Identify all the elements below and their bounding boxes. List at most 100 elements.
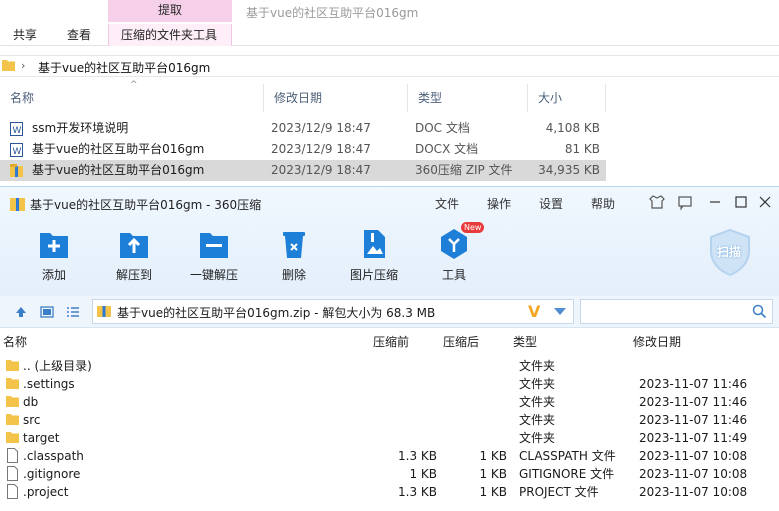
menu-operation[interactable]: 操作 [487,195,511,212]
toolbar-label: 解压到 [115,268,152,282]
file-icon [7,484,18,499]
toolbar-label: 图片压缩 [349,268,398,282]
menu-settings[interactable]: 设置 [539,195,563,212]
zip-column-headers: 名称 压缩前 压缩后 类型 修改日期 [0,332,779,352]
entry-type: 文件夹 [519,431,556,445]
archive-row[interactable]: .gitignore 1 KB 1 KB GITIGNORE 文件 2023-1… [0,465,779,483]
feedback-icon[interactable] [675,192,695,212]
toolbar-extract-to-button[interactable]: 解压到 [99,227,169,283]
file-explorer-window: 提取 基于vue的社区互助平台016gm 共享 查看 压缩的文件夹工具 › 基于… [0,0,779,190]
entry-size-after: 1 KB [479,485,507,499]
entry-modified: 2023-11-07 10:08 [639,485,748,499]
archive-row[interactable]: .settings 文件夹 2023-11-07 11:46 [0,375,779,393]
entry-size-after: 1 KB [479,467,507,481]
column-header-type[interactable]: 类型 [408,84,528,112]
toolbar-delete-button[interactable]: 删除 [259,227,329,283]
zip-window-title: 基于vue的社区互助平台016gm - 360压缩 [30,198,262,212]
archive-row[interactable]: .. (上级目录) 文件夹 [0,357,779,375]
list-view-icon[interactable] [66,305,80,319]
ribbon-tabs: 提取 基于vue的社区互助平台016gm 共享 查看 压缩的文件夹工具 [0,0,779,46]
entry-modified: 2023-11-07 10:08 [639,449,748,463]
up-arrow-icon[interactable] [14,305,28,319]
column-header-name[interactable]: 名称 [3,332,27,352]
tab-compressed-folder-tools[interactable]: 压缩的文件夹工具 [108,24,232,46]
entry-modified: 2023-11-07 11:49 [639,431,748,445]
details-view-icon[interactable] [40,305,54,319]
archive-row[interactable]: .project 1.3 KB 1 KB PROJECT 文件 2023-11-… [0,483,779,501]
scan-button[interactable]: 扫描 [705,227,755,277]
entry-size-after: 1 KB [479,449,507,463]
archive-row[interactable]: target 文件夹 2023-11-07 11:49 [0,429,779,447]
search-icon[interactable] [752,304,767,319]
file-modified: 2023/12/9 18:47 [271,142,371,156]
explorer-window-title: 基于vue的社区互助平台016gm [246,6,419,20]
column-header-modified[interactable]: 修改日期 [633,332,681,352]
toolbar-label: 添加 [41,268,66,282]
file-row[interactable]: W 基于vue的社区互助平台016gm 2023/12/9 18:47 DOCX… [0,139,606,160]
archive-path-box[interactable]: 基于vue的社区互助平台016gm.zip - 解包大小为 68.3 MB V [92,299,574,324]
tab-extract-context[interactable]: 提取 [108,0,232,22]
file-type: DOC 文档 [415,121,470,135]
svg-text:W: W [13,126,22,136]
maximize-icon[interactable] [731,192,751,212]
column-header-before[interactable]: 压缩前 [373,332,409,352]
entry-type: CLASSPATH 文件 [519,449,616,463]
file-type: 360压缩 ZIP 文件 [415,163,513,177]
archive-row[interactable]: src 文件夹 2023-11-07 11:46 [0,411,779,429]
search-input[interactable] [580,299,773,324]
minimize-icon[interactable] [705,192,725,212]
entry-type: PROJECT 文件 [519,485,599,499]
skin-shirt-icon[interactable] [647,192,667,212]
new-badge: New [461,222,485,233]
folder-icon [6,414,19,425]
dropdown-arrow-icon[interactable] [554,308,566,315]
column-header-modified[interactable]: 修改日期 [264,84,408,112]
toolbar-label: 删除 [281,268,306,282]
close-icon[interactable] [755,192,775,212]
menu-file[interactable]: 文件 [435,195,459,212]
file-row[interactable]: W ssm开发环境说明 2023/12/9 18:47 DOC 文档 4,108… [0,118,606,139]
entry-name: .gitignore [23,467,81,481]
file-name: 基于vue的社区互助平台016gm [32,163,205,177]
file-size: 4,108 KB [545,121,600,135]
file-icon [7,466,18,481]
toolbar-one-click-extract-button[interactable]: 一键解压 [179,227,249,283]
archive-row[interactable]: .classpath 1.3 KB 1 KB CLASSPATH 文件 2023… [0,447,779,465]
column-headers: 名称 修改日期 类型 大小 [0,84,779,112]
entry-name: target [23,431,60,445]
file-type: DOCX 文档 [415,142,479,156]
zip-archive-icon [10,164,23,177]
entry-name: .. (上级目录) [23,359,92,373]
svg-text:W: W [13,147,22,157]
entry-type: GITIGNORE 文件 [519,467,615,481]
tab-view[interactable]: 查看 [67,24,91,46]
entry-size-before: 1 KB [409,467,437,481]
column-header-after[interactable]: 压缩后 [443,332,479,352]
file-size: 34,935 KB [538,163,600,177]
toolbar-label: 工具 [441,268,466,282]
column-header-size[interactable]: 大小 [528,84,606,112]
tab-share[interactable]: 共享 [13,24,37,46]
toolbar-tools-button[interactable]: New 工具 [419,222,489,283]
zip-archive-icon [97,306,111,317]
address-path[interactable]: 基于vue的社区互助平台016gm [38,59,210,76]
chevron-right-icon[interactable]: › [21,59,25,72]
zip-header: 基于vue的社区互助平台016gm - 360压缩 文件 操作 设置 帮助 添加… [0,187,779,296]
entry-type: 文件夹 [519,413,556,427]
toolbar-image-compress-button[interactable]: 图片压缩 [339,227,409,283]
entry-name: .project [23,485,69,499]
file-modified: 2023/12/9 18:47 [271,163,371,177]
column-header-name[interactable]: 名称 [0,84,264,112]
menu-help[interactable]: 帮助 [591,195,615,212]
archive-row[interactable]: db 文件夹 2023-11-07 11:46 [0,393,779,411]
entry-name: src [23,413,41,427]
column-header-type[interactable]: 类型 [513,332,537,352]
v-logo-icon[interactable]: V [528,302,540,321]
file-modified: 2023/12/9 18:47 [271,121,371,135]
toolbar-add-button[interactable]: 添加 [19,227,89,283]
file-name: 基于vue的社区互助平台016gm [32,142,205,156]
file-row-selected[interactable]: 基于vue的社区互助平台016gm 2023/12/9 18:47 360压缩 … [0,160,606,181]
address-bar[interactable]: › 基于vue的社区互助平台016gm [0,55,779,77]
image-compress-icon [364,230,385,258]
one-click-extract-icon [200,233,228,258]
